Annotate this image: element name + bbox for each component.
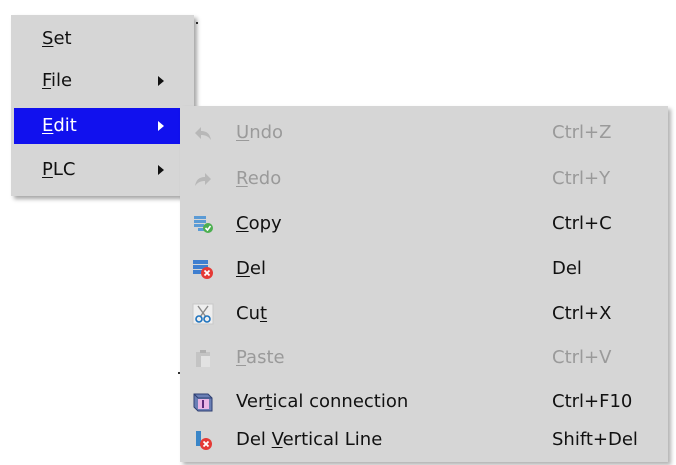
menu-item-del-vertical-line[interactable]: Del Vertical Line Shift+Del: [180, 418, 668, 462]
menu-item-del[interactable]: Del Del: [180, 247, 668, 291]
shortcut-text: Ctrl+C: [552, 213, 612, 234]
menu-item-label: Redo: [236, 168, 282, 189]
vertical-connection-icon: [192, 391, 214, 413]
menu-item-set[interactable]: Set: [14, 21, 191, 57]
menu-item-label: PLC: [42, 159, 76, 180]
menu-item-label: Copy: [236, 213, 282, 234]
undo-icon: [192, 122, 214, 144]
submenu-arrow-icon: [158, 76, 164, 86]
menu-item-cut[interactable]: Cut Ctrl+X: [180, 292, 668, 336]
main-context-menu: Set File Edit PLC: [11, 15, 194, 196]
menu-item-label: Set: [42, 28, 72, 49]
menu-item-undo[interactable]: Undo Ctrl+Z: [180, 111, 668, 155]
menu-item-copy[interactable]: Copy Ctrl+C: [180, 202, 668, 246]
menu-item-label: Undo: [236, 122, 284, 143]
shortcut-text: Ctrl+V: [552, 347, 612, 368]
menu-item-file[interactable]: File: [14, 63, 191, 99]
shortcut-text: Shift+Del: [552, 429, 638, 450]
shortcut-text: Ctrl+Y: [552, 168, 611, 189]
submenu-arrow-icon: [158, 121, 164, 131]
shortcut-text: Ctrl+F10: [552, 391, 633, 412]
copy-icon: [192, 213, 214, 235]
edit-submenu: Undo Ctrl+Z Redo Ctrl+Y Copy Ctrl+C Del …: [180, 106, 668, 462]
menu-item-label: Del: [236, 258, 266, 279]
shortcut-text: Ctrl+X: [552, 303, 612, 324]
screen: Set File Edit PLC Undo Ctrl+Z Redo Ctrl+…: [0, 0, 676, 465]
menu-item-redo[interactable]: Redo Ctrl+Y: [180, 157, 668, 201]
menu-item-edit[interactable]: Edit: [14, 108, 191, 144]
menu-item-label: Edit: [42, 115, 77, 136]
menu-item-label: Paste: [236, 347, 285, 368]
delete-icon: [192, 258, 214, 280]
shortcut-text: Del: [552, 258, 582, 279]
menu-item-label: Cut: [236, 303, 268, 324]
cut-icon: [192, 303, 214, 325]
delete-vertical-line-icon: [192, 429, 214, 451]
submenu-arrow-icon: [158, 165, 164, 175]
menu-item-label: File: [42, 70, 73, 91]
paste-icon: [192, 347, 214, 369]
stray-dot: [196, 22, 198, 24]
shortcut-text: Ctrl+Z: [552, 122, 612, 143]
menu-item-label: Del Vertical Line: [236, 429, 383, 450]
menu-item-label: Vertical connection: [236, 391, 409, 412]
menu-item-paste[interactable]: Paste Ctrl+V: [180, 336, 668, 380]
redo-icon: [192, 168, 214, 190]
menu-item-plc[interactable]: PLC: [14, 152, 191, 188]
